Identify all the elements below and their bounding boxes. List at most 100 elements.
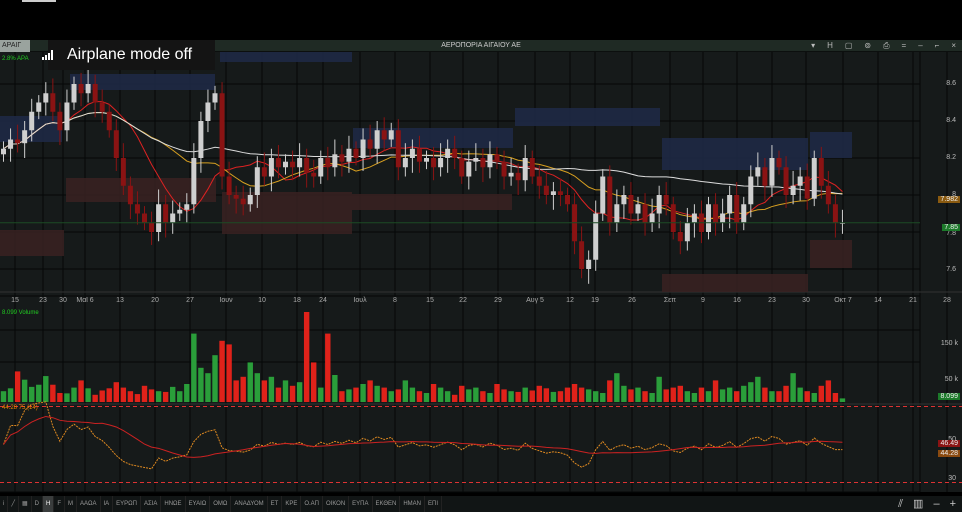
candle-body [818, 158, 824, 186]
period-button[interactable]: Ο.ΑΠ [301, 496, 324, 512]
candle-body [409, 148, 415, 158]
price-chart[interactable]: 15 23 30 Μαϊ 6 13 20 27 Ιουν 10 18 24 Ιουλ 8 15 22 29 Αυ… [0, 0, 962, 512]
period-button[interactable]: M [65, 496, 77, 512]
volume-bar [649, 393, 655, 402]
candle-body [445, 148, 451, 158]
candle-body [339, 154, 345, 162]
period-button[interactable]: ΚΡΕ [282, 496, 302, 512]
candle-body [790, 185, 796, 195]
volume-bar [71, 387, 77, 402]
period-button[interactable]: ΕΥΑΙΩ [186, 496, 211, 512]
volume-bar [268, 376, 275, 402]
candle-body [99, 102, 105, 112]
supply-zone [220, 52, 352, 62]
volume-bar [99, 390, 105, 402]
tool-button[interactable]: ╱ [8, 496, 19, 512]
toolbar-right-button[interactable]: ⫽ [898, 496, 903, 512]
volume-bar [332, 375, 338, 402]
volume-bar [36, 384, 42, 402]
period-button[interactable]: ΕΥΡΩΠ [113, 496, 141, 512]
demand-zone [222, 192, 352, 234]
candle-body [191, 158, 197, 205]
candle-body [769, 158, 775, 186]
candle-body [741, 204, 747, 223]
volume-bar [628, 389, 634, 402]
candle-body [374, 130, 380, 149]
candle-body [677, 232, 683, 242]
candle-body [515, 172, 521, 181]
candle-body [395, 130, 401, 168]
volume-bar [148, 389, 155, 402]
candle-body [480, 158, 486, 168]
volume-bar [360, 384, 366, 402]
rsi-tag: 44.28 [938, 450, 960, 457]
period-button[interactable]: ΟΜΩ [210, 496, 232, 512]
volume-bar [621, 385, 627, 402]
volume-bar [452, 394, 458, 402]
volume-bar [113, 382, 119, 402]
volume-bar [663, 389, 669, 402]
period-button[interactable]: ΗΜΑΝ [400, 496, 426, 512]
candle-body [431, 158, 437, 168]
volume-bar [184, 384, 190, 402]
candle-body [318, 158, 324, 177]
demand-zone [0, 230, 64, 256]
toolbar-right: ⫽ ▥ – + [898, 496, 956, 512]
candle-body [15, 139, 21, 144]
candle-body [635, 204, 641, 214]
period-button[interactable]: ΕΤ [268, 496, 283, 512]
volume-bar [282, 380, 289, 402]
volume-bar [43, 376, 49, 402]
tool-button[interactable]: ▦ [19, 496, 32, 512]
candle-body [297, 158, 303, 168]
volume-bar [219, 340, 225, 402]
volume-bar [416, 391, 423, 402]
volume-bar [177, 391, 183, 402]
candle-body [543, 185, 549, 195]
candle-body [811, 158, 817, 199]
period-button[interactable]: ΕΚΘΕΝ [373, 496, 401, 512]
period-button[interactable]: ΑΣΙΑ [141, 496, 162, 512]
x-axis-label: 26 [628, 297, 636, 304]
rsi-line [3, 401, 843, 470]
period-button[interactable]: ΟΙΚΟΝ [323, 496, 350, 512]
x-axis-label: 13 [116, 297, 124, 304]
volume-bar [656, 376, 662, 402]
period-button[interactable]: F [54, 496, 65, 512]
x-axis-label: 20 [151, 297, 159, 304]
volume-bar [684, 391, 691, 402]
volume-bar [120, 387, 127, 402]
toast-text: Airplane mode off [67, 46, 193, 63]
toolbar-right-button[interactable]: – [933, 496, 939, 512]
toolbar-right-button[interactable]: ▥ [913, 496, 923, 512]
candle-body [804, 176, 810, 199]
period-button[interactable]: H [42, 496, 55, 512]
signal-icon [42, 50, 53, 60]
period-button[interactable]: ΑΝΑΔΥΟΜ [231, 496, 268, 512]
period-button[interactable]: ΙΑ [101, 496, 114, 512]
volume-bar [811, 393, 817, 402]
volume-bar [92, 394, 98, 402]
volume-bar [170, 386, 176, 402]
period-button[interactable]: D [32, 496, 43, 512]
candle-body [311, 172, 317, 177]
toolbar-right-button[interactable]: + [950, 496, 956, 512]
candle-body [720, 213, 726, 223]
candle-body [762, 167, 768, 186]
period-button[interactable]: ΑΑΩΑ [77, 496, 101, 512]
tool-button[interactable]: i [0, 496, 9, 512]
candle-body [22, 130, 28, 144]
volume-bar [275, 387, 282, 402]
candle-body [600, 176, 606, 214]
candle-body [120, 158, 126, 186]
candle-body [438, 158, 444, 168]
demand-zone [352, 194, 512, 210]
period-button[interactable]: ΕΥΠΑ [349, 496, 373, 512]
volume-bar [748, 382, 754, 402]
candle-body [247, 195, 253, 205]
ma-price-tag: 7.982 [938, 196, 960, 203]
period-button[interactable]: ΗΝΩΕ [161, 496, 186, 512]
volume-bar [212, 355, 218, 402]
period-button[interactable]: ΕΠΙ [425, 496, 443, 512]
x-axis-label: 8 [393, 297, 397, 304]
